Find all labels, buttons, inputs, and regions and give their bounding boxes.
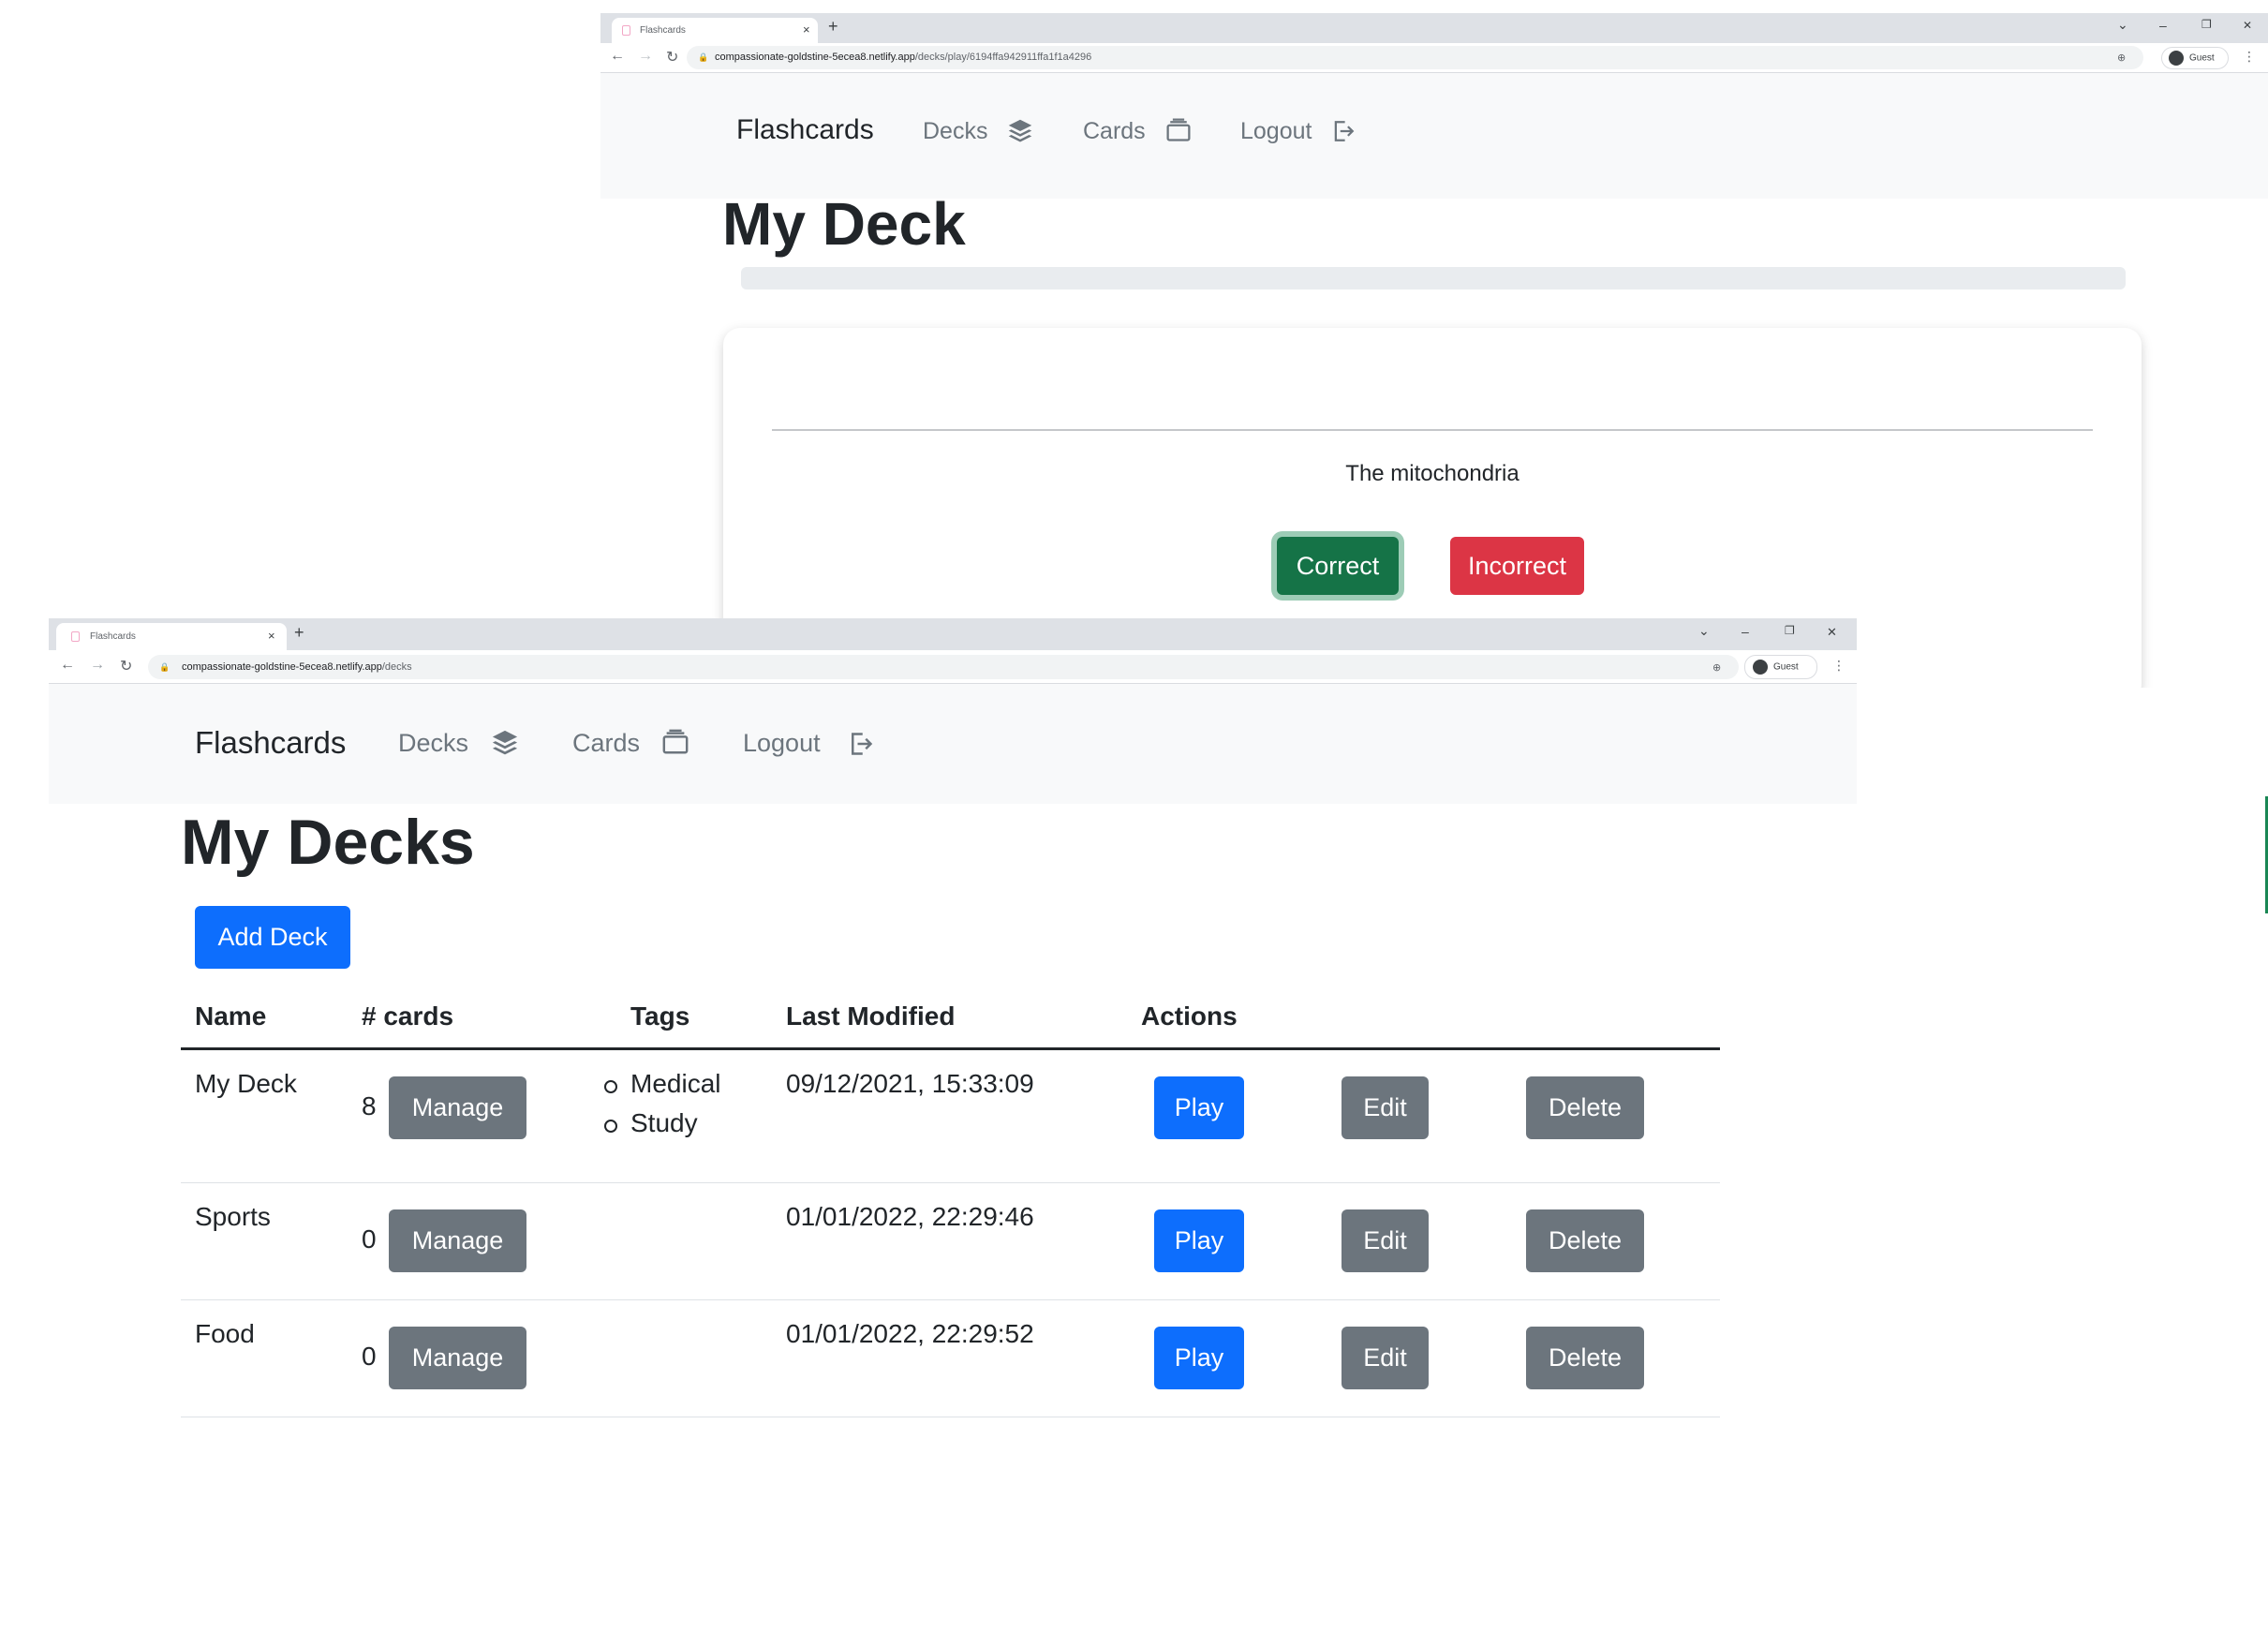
last-modified: 01/01/2022, 22:29:46 xyxy=(786,1202,1034,1231)
restore-button[interactable]: ❐ xyxy=(2201,18,2212,31)
layers-icon xyxy=(1008,119,1032,142)
favicon-icon xyxy=(71,631,80,642)
navbar: Flashcards Decks Cards Logout xyxy=(49,684,1857,804)
col-header-last-modified: Last Modified xyxy=(786,1001,956,1031)
browser-tab[interactable]: Flashcards × xyxy=(612,18,818,43)
favicon-icon xyxy=(622,25,630,36)
col-header-cards: # cards xyxy=(362,1001,454,1031)
tab-search-icon[interactable]: ⌄ xyxy=(1698,623,1710,639)
back-icon[interactable]: ← xyxy=(610,48,625,65)
row-divider xyxy=(181,1299,1720,1300)
layers-icon xyxy=(492,730,518,755)
play-button[interactable]: Play xyxy=(1154,1209,1244,1272)
play-window: Flashcards × + ⌄ – ❐ ✕ ← → ↻ 🔒 compassio… xyxy=(600,13,2268,688)
close-window-button[interactable]: ✕ xyxy=(1827,625,1837,640)
minimize-button[interactable]: – xyxy=(2159,18,2167,33)
restore-button[interactable]: ❐ xyxy=(1785,624,1795,637)
tag-item: Medical xyxy=(603,1069,721,1098)
card-divider xyxy=(772,429,2093,431)
progress-bar xyxy=(741,267,2126,289)
col-header-name: Name xyxy=(195,1001,267,1031)
tab-close-icon[interactable]: × xyxy=(803,22,810,37)
omnibox[interactable]: 🔒 compassionate-goldstine-5ecea8.netlify… xyxy=(148,655,1739,679)
close-window-button[interactable]: ✕ xyxy=(2243,19,2252,32)
browser-menu-icon[interactable]: ⋮ xyxy=(2243,49,2256,65)
browser-tab[interactable]: Flashcards × xyxy=(56,623,287,650)
card-stack-icon xyxy=(662,729,689,754)
avatar-icon xyxy=(1753,660,1768,675)
manage-button[interactable]: Manage xyxy=(389,1209,526,1272)
profile-button[interactable]: Guest xyxy=(2161,47,2229,69)
delete-button[interactable]: Delete xyxy=(1526,1327,1644,1389)
reload-icon[interactable]: ↻ xyxy=(666,48,678,67)
manage-button[interactable]: Manage xyxy=(389,1076,526,1139)
url-text: compassionate-goldstine-5ecea8.netlify.a… xyxy=(715,52,1092,63)
browser-menu-icon[interactable]: ⋮ xyxy=(1832,658,1846,674)
edit-button[interactable]: Edit xyxy=(1342,1327,1429,1389)
tab-search-icon[interactable]: ⌄ xyxy=(2117,17,2128,33)
nav-decks-link[interactable]: Decks xyxy=(923,118,987,145)
new-tab-button[interactable]: + xyxy=(828,17,838,37)
avatar-icon xyxy=(2169,51,2184,66)
navbar-brand[interactable]: Flashcards xyxy=(195,725,346,761)
last-modified: 09/12/2021, 15:33:09 xyxy=(786,1069,1034,1098)
tab-strip: Flashcards × + ⌄ – ❐ ✕ xyxy=(600,13,2268,43)
minimize-button[interactable]: – xyxy=(1742,624,1749,639)
forward-icon[interactable]: → xyxy=(90,657,105,674)
col-header-tags: Tags xyxy=(630,1001,690,1031)
zoom-icon[interactable]: ⊕ xyxy=(1712,661,1721,674)
tag-item: Study xyxy=(604,1108,698,1137)
lock-icon: 🔒 xyxy=(698,52,709,62)
logout-icon xyxy=(852,733,873,755)
logout-icon xyxy=(1334,121,1355,141)
nav-decks-link[interactable]: Decks xyxy=(398,729,468,758)
navbar: Flashcards Decks Cards Logout xyxy=(600,73,2268,199)
reload-icon[interactable]: ↻ xyxy=(120,657,132,675)
address-bar-row: ← → ↻ 🔒 compassionate-goldstine-5ecea8.n… xyxy=(600,43,2268,73)
omnibox[interactable]: 🔒 compassionate-goldstine-5ecea8.netlify… xyxy=(687,46,2143,69)
tab-title: Flashcards xyxy=(640,25,686,36)
correct-button[interactable]: Correct xyxy=(1277,537,1399,595)
card-count: 8 xyxy=(362,1091,377,1120)
edit-button[interactable]: Edit xyxy=(1342,1076,1429,1139)
navbar-brand[interactable]: Flashcards xyxy=(736,114,874,146)
card-answer: The mitochondria xyxy=(1345,461,1519,486)
back-icon[interactable]: ← xyxy=(60,657,75,674)
nav-cards-link[interactable]: Cards xyxy=(572,729,640,758)
incorrect-button[interactable]: Incorrect xyxy=(1450,537,1584,595)
deck-name: Food xyxy=(195,1319,255,1348)
nav-cards-link[interactable]: Cards xyxy=(1083,118,1146,145)
play-button[interactable]: Play xyxy=(1154,1076,1244,1139)
tab-strip: Flashcards × + ⌄ – ❐ ✕ xyxy=(49,618,1857,650)
delete-button[interactable]: Delete xyxy=(1526,1209,1644,1272)
col-header-actions: Actions xyxy=(1141,1001,1238,1031)
deck-name: My Deck xyxy=(195,1069,297,1098)
manage-button[interactable]: Manage xyxy=(389,1327,526,1389)
last-modified: 01/01/2022, 22:29:52 xyxy=(786,1319,1034,1348)
card-count: 0 xyxy=(362,1342,377,1371)
forward-icon[interactable]: → xyxy=(638,48,653,65)
add-deck-button[interactable]: Add Deck xyxy=(195,906,350,969)
tab-title: Flashcards xyxy=(90,631,136,642)
page-title: My Deck xyxy=(722,190,966,258)
url-text: compassionate-goldstine-5ecea8.netlify.a… xyxy=(182,661,412,673)
nav-logout-link[interactable]: Logout xyxy=(1240,118,1312,145)
new-tab-button[interactable]: + xyxy=(294,623,304,643)
card-count: 0 xyxy=(362,1224,377,1254)
deck-name: Sports xyxy=(195,1202,271,1231)
lock-icon: 🔒 xyxy=(159,662,170,672)
zoom-icon[interactable]: ⊕ xyxy=(2117,52,2126,64)
profile-button[interactable]: Guest xyxy=(1744,655,1817,679)
nav-logout-link[interactable]: Logout xyxy=(743,729,821,758)
page-title: My Decks xyxy=(181,807,475,878)
tab-close-icon[interactable]: × xyxy=(268,629,275,643)
delete-button[interactable]: Delete xyxy=(1526,1076,1644,1139)
play-button[interactable]: Play xyxy=(1154,1327,1244,1389)
card-stack-icon xyxy=(1166,118,1191,141)
table-header-rule xyxy=(181,1047,1720,1050)
edit-button[interactable]: Edit xyxy=(1342,1209,1429,1272)
address-bar-row: ← → ↻ 🔒 compassionate-goldstine-5ecea8.n… xyxy=(49,650,1857,684)
row-divider xyxy=(181,1182,1720,1183)
